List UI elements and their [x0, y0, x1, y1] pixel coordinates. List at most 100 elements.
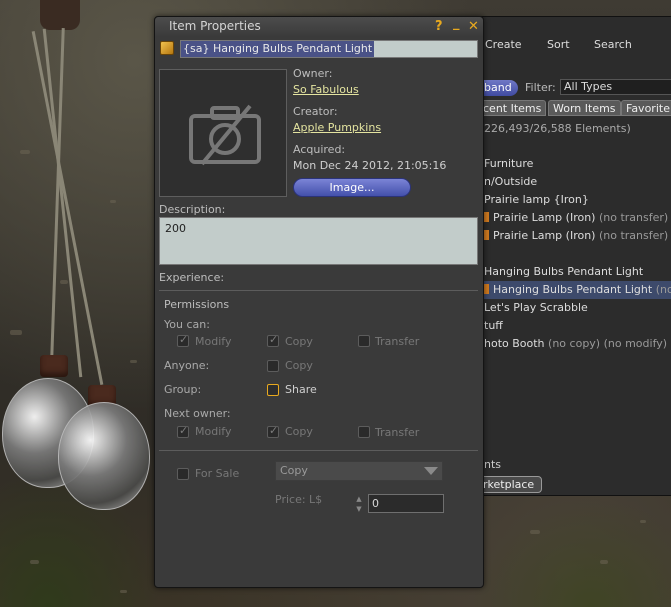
tree-row[interactable]: Prairie lamp {Iron} — [484, 191, 671, 209]
tree-row-label: Prairie Lamp (Iron) — [493, 229, 596, 242]
for-sale-checkbox[interactable] — [177, 468, 189, 480]
ground-speck — [530, 530, 540, 534]
ground-speck — [30, 560, 39, 564]
tab-favorites[interactable]: Favorite — [621, 100, 671, 116]
bottom-tab-recents[interactable]: nts — [484, 458, 501, 471]
ground-speck — [640, 520, 646, 523]
owner-label: Owner: — [293, 67, 333, 80]
lamp-cord — [31, 31, 104, 385]
object-icon — [484, 284, 489, 294]
you-can-transfer-label: Transfer — [375, 335, 420, 348]
expand-button[interactable]: band — [478, 80, 518, 96]
object-icon — [160, 41, 174, 55]
filter-label: Filter: — [525, 81, 556, 94]
tree-row[interactable]: Prairie Lamp (Iron) (no transfer) — [484, 209, 671, 227]
tab-recent-items[interactable]: cent Items — [478, 100, 547, 116]
help-button[interactable]: ? — [435, 19, 443, 34]
owner-link[interactable]: So Fabulous — [293, 83, 359, 96]
sale-type-value: Copy — [280, 464, 308, 477]
tree-row[interactable] — [484, 245, 671, 263]
tree-row-suffix: (no copy) (no modify) — [548, 337, 668, 350]
group-label: Group: — [164, 383, 202, 396]
ground-speck — [120, 590, 127, 593]
description-input[interactable]: 200 — [159, 217, 478, 265]
grass-patch — [471, 497, 671, 607]
ground-speck — [110, 200, 116, 203]
spinner-up-icon[interactable]: ▲ — [352, 494, 366, 504]
acquired-date: Mon Dec 24 2012, 21:05:16 — [293, 159, 447, 172]
lamp-canopy — [40, 0, 80, 30]
tree-row[interactable]: Prairie Lamp (Iron) (no transfer) — [484, 227, 671, 245]
tree-row[interactable]: tuff — [484, 317, 671, 335]
dialog-titlebar[interactable]: Item Properties ? _ ✕ — [155, 16, 483, 37]
item-thumbnail — [159, 69, 287, 197]
anyone-copy-label: Copy — [285, 359, 313, 372]
image-button[interactable]: Image... — [293, 178, 411, 197]
tree-row-label: Hanging Bulbs Pendant Light — [493, 283, 653, 296]
next-owner-modify-checkbox[interactable] — [177, 424, 189, 438]
creator-label: Creator: — [293, 105, 338, 118]
you-can-transfer-checkbox[interactable] — [358, 335, 370, 347]
tree-row-label: n/Outside — [484, 175, 538, 188]
lamp-socket — [40, 355, 68, 377]
next-owner-copy-checkbox[interactable] — [267, 424, 279, 438]
acquired-label: Acquired: — [293, 143, 346, 156]
inventory-tree: Furniture n/Outside Prairie lamp {Iron} … — [484, 155, 671, 353]
next-owner-transfer-checkbox[interactable] — [358, 426, 370, 438]
tree-row-suffix: (no transfer) — [598, 229, 669, 242]
tree-row[interactable]: n/Outside — [484, 173, 671, 191]
tree-row-label: Furniture — [484, 157, 534, 170]
divider — [159, 450, 478, 451]
next-owner-label: Next owner: — [164, 407, 231, 420]
tree-row-selected[interactable]: Hanging Bulbs Pendant Light (no — [484, 281, 671, 299]
anyone-label: Anyone: — [164, 359, 210, 372]
chevron-down-icon — [424, 467, 438, 475]
element-count: 226,493/26,588 Elements) — [484, 122, 631, 135]
filter-select[interactable]: All Types — [560, 79, 671, 95]
price-label: Price: L$ — [275, 493, 323, 506]
spinner-down-icon[interactable]: ▼ — [352, 504, 366, 514]
tree-row-label: tuff — [484, 319, 503, 332]
menu-sort[interactable]: Sort — [547, 38, 570, 51]
tree-row[interactable]: Furniture — [484, 155, 671, 173]
divider — [159, 290, 478, 291]
group-share-checkbox[interactable] — [267, 384, 279, 396]
close-button[interactable]: ✕ — [468, 19, 479, 34]
item-properties-dialog: Item Properties ? _ ✕ {sa} Hanging Bulbs… — [154, 16, 484, 588]
sale-type-select[interactable]: Copy — [275, 461, 443, 481]
item-name-text: {sa} Hanging Bulbs Pendant Light — [181, 41, 375, 57]
experience-label: Experience: — [159, 271, 225, 284]
tree-row-label: Prairie lamp {Iron} — [484, 193, 589, 206]
you-can-modify-checkbox[interactable] — [177, 333, 189, 347]
price-spinner[interactable]: ▲ ▼ — [352, 494, 366, 514]
light-bulb — [58, 402, 150, 510]
ground-speck — [20, 150, 30, 154]
you-can-label: You can: — [164, 318, 210, 331]
tree-row-suffix: (no transfer) — [598, 211, 669, 224]
creator-link[interactable]: Apple Pumpkins — [293, 121, 381, 134]
menu-search[interactable]: Search — [594, 38, 632, 51]
ground-speck — [60, 280, 68, 284]
anyone-copy-checkbox[interactable] — [267, 360, 279, 372]
price-input[interactable]: 0 — [368, 494, 444, 513]
you-can-modify-label: Modify — [195, 335, 232, 348]
tree-row-label: Let's Play Scrabble — [484, 301, 588, 314]
tree-row[interactable]: Hanging Bulbs Pendant Light — [484, 263, 671, 281]
item-name-input[interactable]: {sa} Hanging Bulbs Pendant Light — [180, 40, 478, 58]
dialog-title: Item Properties — [169, 19, 261, 33]
permissions-label: Permissions — [164, 298, 230, 311]
you-can-copy-label: Copy — [285, 335, 313, 348]
tree-row[interactable]: hoto Booth (no copy) (no modify) — [484, 335, 671, 353]
marketplace-tab[interactable]: rketplace — [478, 476, 542, 493]
object-icon — [484, 230, 489, 240]
no-image-camera-icon — [189, 104, 261, 166]
tab-worn-items[interactable]: Worn Items — [548, 100, 621, 116]
tree-row[interactable]: Let's Play Scrabble — [484, 299, 671, 317]
object-icon — [484, 212, 489, 222]
tree-row-label: Hanging Bulbs Pendant Light — [484, 265, 644, 278]
for-sale-label: For Sale — [195, 467, 240, 480]
minimize-button[interactable]: _ — [453, 16, 460, 31]
menu-create[interactable]: Create — [485, 38, 522, 51]
you-can-copy-checkbox[interactable] — [267, 333, 279, 347]
next-owner-modify-label: Modify — [195, 425, 232, 438]
